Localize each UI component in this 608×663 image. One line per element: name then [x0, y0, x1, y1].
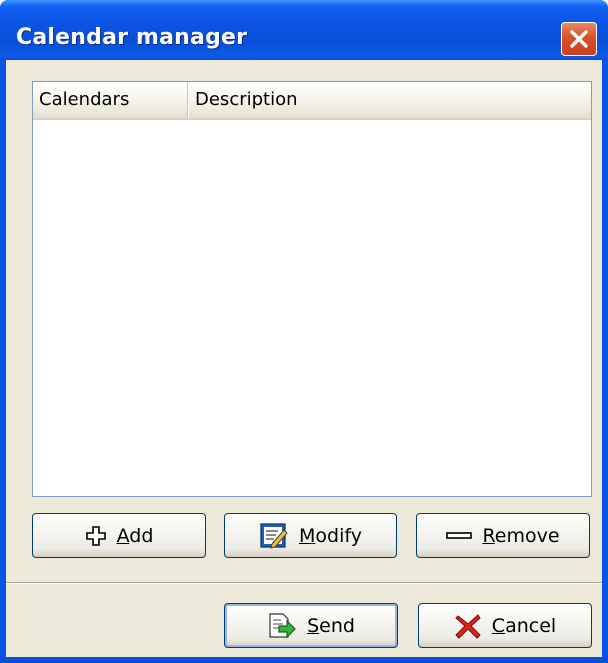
- list-header: Calendars Description: [33, 82, 591, 120]
- send-button-label: Send: [307, 615, 355, 637]
- send-document-icon: [267, 612, 297, 640]
- calendar-manager-window: Calendar manager Calendars Description A…: [0, 0, 608, 663]
- send-button[interactable]: Send: [224, 603, 398, 648]
- remove-button-label: Remove: [482, 525, 559, 547]
- remove-button[interactable]: Remove: [416, 513, 590, 558]
- list-body[interactable]: [33, 120, 591, 496]
- send-mnemonic: S: [307, 614, 320, 637]
- window-bottom-border: [0, 657, 608, 663]
- add-label-rest: dd: [129, 524, 154, 547]
- modify-mnemonic: M: [299, 524, 316, 547]
- column-header-calendars[interactable]: Calendars: [33, 82, 188, 118]
- red-x-icon: [454, 613, 482, 639]
- modify-label-rest: odify: [315, 524, 362, 547]
- add-button-label: Add: [117, 525, 154, 547]
- separator-line: [6, 582, 602, 584]
- cancel-button-label: Cancel: [492, 615, 556, 637]
- add-button[interactable]: Add: [32, 513, 206, 558]
- minus-icon: [446, 530, 473, 542]
- modify-button-label: Modify: [299, 525, 362, 547]
- cancel-mnemonic: C: [491, 614, 506, 637]
- edit-document-icon: [259, 522, 289, 550]
- remove-label-rest: emove: [494, 524, 560, 547]
- modify-button[interactable]: Modify: [224, 513, 397, 558]
- title-bar[interactable]: Calendar manager: [0, 0, 608, 60]
- close-icon: [570, 30, 588, 48]
- add-mnemonic: A: [116, 524, 130, 547]
- cancel-label-rest: ancel: [505, 614, 557, 637]
- calendars-list[interactable]: Calendars Description: [32, 81, 592, 497]
- dialog-body: Calendars Description Add Modify Remove …: [6, 60, 602, 657]
- send-label-rest: end: [319, 614, 355, 637]
- plus-icon: [85, 525, 107, 547]
- remove-mnemonic: R: [482, 524, 495, 547]
- window-title: Calendar manager: [16, 25, 248, 50]
- column-header-description[interactable]: Description: [188, 82, 585, 118]
- close-button[interactable]: [561, 22, 597, 56]
- cancel-button[interactable]: Cancel: [418, 603, 592, 648]
